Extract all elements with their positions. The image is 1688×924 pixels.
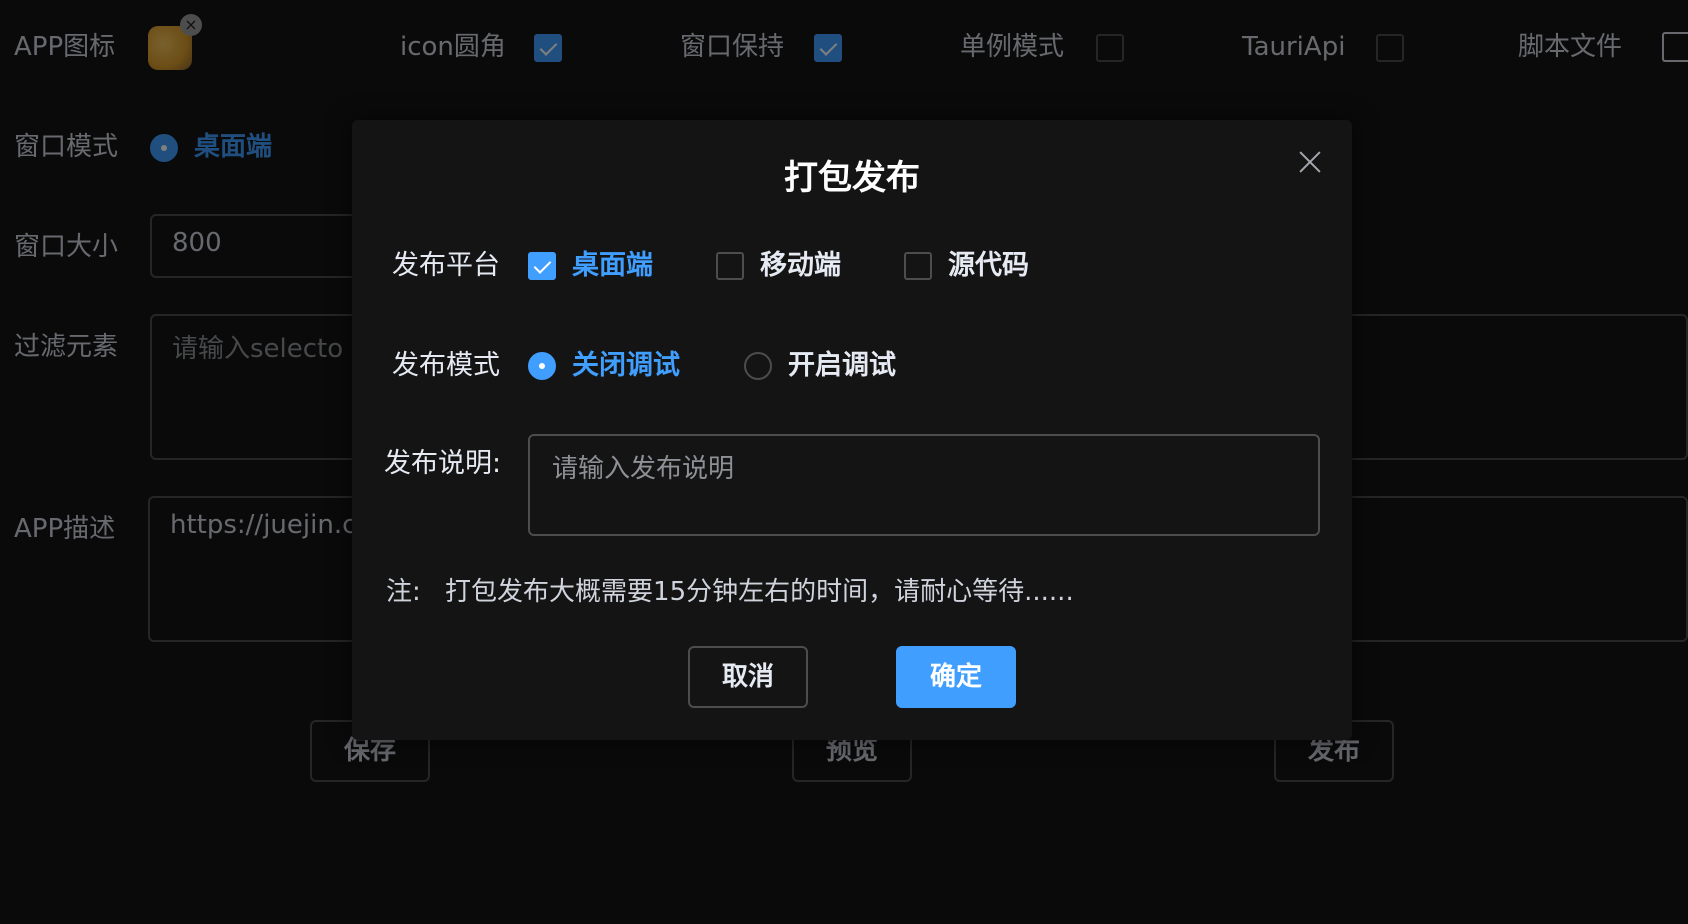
publish-dialog: 打包发布 发布平台 桌面端 移动端 源代码 发布模式 关闭调试 开启调试 发布说… xyxy=(352,120,1352,740)
mode-label: 发布模式 xyxy=(392,350,500,381)
dialog-title: 打包发布 xyxy=(784,158,920,198)
mode-debug-off-radio[interactable] xyxy=(528,352,556,380)
mode-debug-on-label[interactable]: 开启调试 xyxy=(788,348,896,384)
mode-debug-off-label[interactable]: 关闭调试 xyxy=(572,348,680,384)
platform-desktop-label[interactable]: 桌面端 xyxy=(572,248,653,284)
cancel-button[interactable]: 取消 xyxy=(688,646,808,708)
note-text: 打包发布大概需要15分钟左右的时间，请耐心等待...... xyxy=(445,577,1074,607)
mode-debug-on-radio[interactable] xyxy=(744,352,772,380)
platform-label: 发布平台 xyxy=(392,250,500,281)
platform-mobile-checkbox[interactable] xyxy=(716,252,744,280)
desc-label: 发布说明: xyxy=(384,448,502,479)
publish-note: 注: 打包发布大概需要15分钟左右的时间，请耐心等待...... xyxy=(386,574,1074,610)
page: APP图标 × icon圆角 窗口保持 单例模式 TauriApi 脚本文件 窗… xyxy=(0,0,1688,924)
platform-mobile-label[interactable]: 移动端 xyxy=(760,248,841,284)
confirm-button[interactable]: 确定 xyxy=(896,646,1016,708)
note-prefix: 注: xyxy=(386,577,421,607)
platform-source-label[interactable]: 源代码 xyxy=(948,248,1029,284)
desc-textarea[interactable] xyxy=(528,434,1320,536)
platform-desktop-checkbox[interactable] xyxy=(528,252,556,280)
platform-source-checkbox[interactable] xyxy=(904,252,932,280)
close-icon[interactable] xyxy=(1292,144,1328,180)
